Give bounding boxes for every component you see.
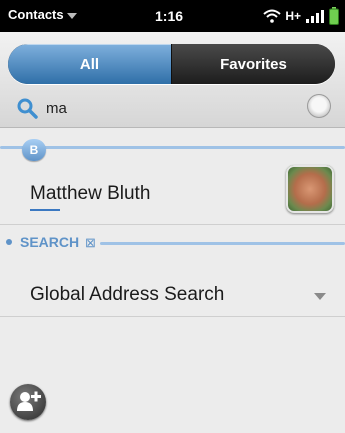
tab-all-label: All [79, 55, 100, 73]
section-divider-b: B [0, 138, 345, 161]
contact-name-text: Matthew Bluth [30, 183, 151, 204]
activity-spinner-icon [307, 94, 331, 118]
wifi-icon [263, 9, 281, 23]
divider-line [0, 146, 345, 149]
app-menu-label: Contacts [8, 7, 64, 22]
contacts-screen: Contacts 1:16 H+ All Favorites ma B Matt… [0, 0, 345, 433]
app-menu[interactable]: Contacts [8, 7, 77, 22]
tab-favorites[interactable]: Favorites [172, 44, 335, 84]
add-contact-button[interactable] [10, 384, 46, 420]
tab-favorites-label: Favorites [220, 55, 287, 73]
section-label-search: SEARCH [20, 234, 80, 250]
status-icons: H+ [263, 6, 339, 26]
expand-icon[interactable]: ⊠ [85, 235, 96, 251]
tab-all[interactable]: All [8, 44, 172, 84]
contact-name: Matthew Bluth [30, 183, 151, 211]
clock: 1:16 [155, 8, 184, 24]
section-divider-search: SEARCH ⊠ [0, 234, 345, 252]
search-icon [16, 97, 38, 124]
status-bar: Contacts 1:16 H+ [0, 0, 345, 32]
add-person-icon [17, 391, 41, 411]
avatar [286, 165, 334, 213]
chevron-down-icon [66, 12, 77, 19]
list-item[interactable]: Matthew Bluth [0, 158, 345, 218]
chevron-down-icon[interactable] [314, 293, 326, 300]
global-address-search-label: Global Address Search [30, 284, 225, 305]
row-divider [0, 316, 345, 317]
row-divider [0, 224, 345, 225]
search-input[interactable] [46, 97, 286, 119]
signal-bars-icon [305, 9, 325, 23]
search-bar [8, 93, 335, 123]
battery-icon [329, 7, 339, 25]
divider-dot [6, 239, 12, 245]
network-label: H+ [285, 9, 301, 23]
divider-line [100, 242, 345, 245]
view-switcher: All Favorites [8, 44, 335, 84]
contact-list: B Matthew Bluth SEARCH ⊠ Global Address … [0, 128, 345, 433]
match-underline [30, 209, 60, 211]
global-address-search-row[interactable]: Global Address Search [0, 264, 345, 324]
